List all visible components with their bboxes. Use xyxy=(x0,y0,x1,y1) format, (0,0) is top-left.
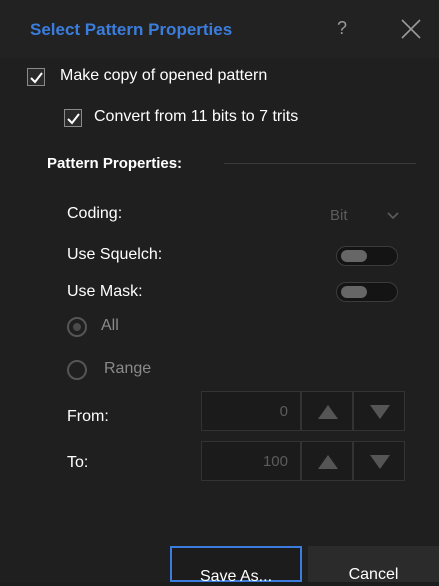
checkmark-icon xyxy=(67,113,80,125)
convert-label: Convert from 11 bits to 7 trits xyxy=(94,108,299,125)
all-radio[interactable] xyxy=(67,317,87,337)
to-increment-button[interactable] xyxy=(301,441,353,481)
dialog-titlebar: Select Pattern Properties ? xyxy=(0,0,439,58)
from-label: From: xyxy=(67,408,109,425)
chevron-down-icon[interactable] xyxy=(386,208,400,222)
from-value: 0 xyxy=(279,403,288,420)
use-mask-toggle[interactable] xyxy=(336,282,398,302)
section-divider xyxy=(224,163,416,164)
from-increment-button[interactable] xyxy=(301,391,353,431)
make-copy-checkbox[interactable] xyxy=(27,68,45,86)
from-decrement-button[interactable] xyxy=(353,391,405,431)
save-as-button[interactable]: Save As... xyxy=(170,546,302,585)
to-label: To: xyxy=(67,454,89,471)
save-as-label: Save As... xyxy=(199,568,273,585)
make-copy-label: Make copy of opened pattern xyxy=(60,67,268,84)
triangle-up-icon xyxy=(318,405,338,419)
triangle-down-icon xyxy=(370,455,390,469)
range-radio[interactable] xyxy=(67,360,87,380)
pattern-properties-heading: Pattern Properties: xyxy=(47,155,183,172)
convert-checkbox[interactable] xyxy=(64,109,82,127)
use-squelch-label: Use Squelch: xyxy=(67,246,163,263)
triangle-down-icon xyxy=(370,405,390,419)
toggle-knob xyxy=(341,250,367,262)
dialog-title: Select Pattern Properties xyxy=(30,20,233,39)
triangle-up-icon xyxy=(318,455,338,469)
cancel-label: Cancel xyxy=(348,566,399,583)
range-label: Range xyxy=(104,360,152,377)
all-label: All xyxy=(101,317,119,334)
use-squelch-toggle[interactable] xyxy=(336,246,398,266)
coding-select[interactable]: Bit xyxy=(330,207,348,224)
cancel-button[interactable]: Cancel xyxy=(308,546,439,583)
close-button[interactable] xyxy=(398,16,424,42)
from-input[interactable]: 0 xyxy=(201,391,301,431)
checkmark-icon xyxy=(30,72,43,84)
radio-dot xyxy=(73,323,81,331)
select-pattern-properties-dialog: Select Pattern Properties ? Make copy of… xyxy=(0,0,439,585)
to-input[interactable]: 100 xyxy=(201,441,301,481)
to-value: 100 xyxy=(262,453,288,470)
help-button[interactable]: ? xyxy=(332,18,352,40)
coding-label: Coding: xyxy=(67,205,123,222)
toggle-knob xyxy=(341,286,367,298)
to-decrement-button[interactable] xyxy=(353,441,405,481)
close-icon xyxy=(401,19,421,39)
use-mask-label: Use Mask: xyxy=(67,283,143,300)
